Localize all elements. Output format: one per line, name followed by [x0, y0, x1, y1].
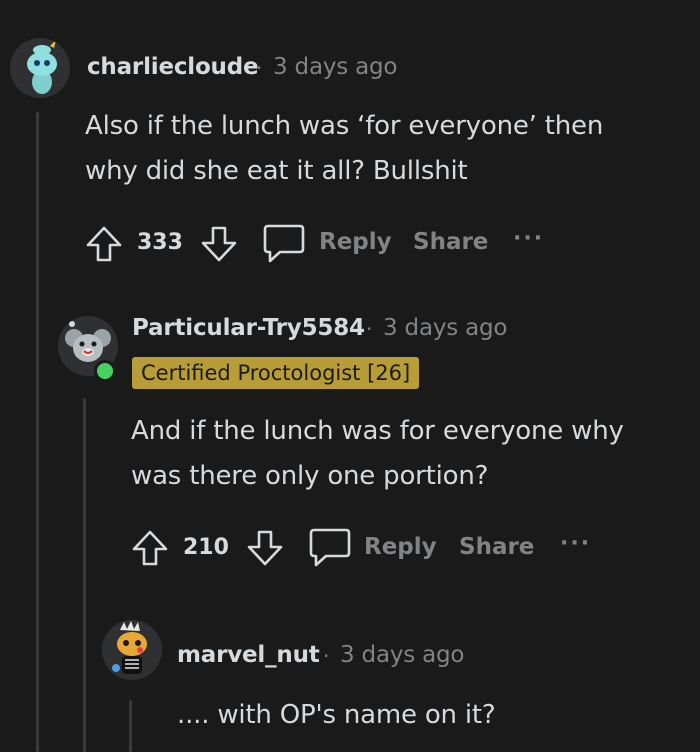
username[interactable]: charliecloude — [87, 54, 259, 80]
snoo-costume-avatar-icon — [102, 620, 162, 680]
vote-count: 333 — [137, 230, 183, 255]
upvote-arrow-icon[interactable] — [130, 528, 170, 568]
share-button[interactable]: Share — [459, 534, 534, 560]
reply-button[interactable]: Reply — [319, 229, 392, 255]
comment-body-line-1: .... with OP's name on it? — [177, 700, 496, 730]
timestamp[interactable]: 3 days ago — [273, 54, 398, 80]
separator-dot: · — [256, 56, 263, 80]
downvote-arrow-icon[interactable] — [199, 224, 239, 264]
more-options-button[interactable]: ··· — [513, 226, 544, 251]
comment-body-line-1: And if the lunch was for everyone why — [131, 416, 624, 446]
reply-bubble-icon[interactable] — [262, 223, 306, 265]
share-button[interactable]: Share — [413, 229, 488, 255]
username[interactable]: marvel_nut — [177, 642, 320, 668]
user-flair: Certified Proctologist [26] — [132, 357, 420, 389]
thread-line-1[interactable] — [36, 112, 39, 752]
snoo-avatar-icon — [10, 38, 70, 98]
thread-line-2[interactable] — [83, 398, 86, 752]
downvote-arrow-icon[interactable] — [245, 528, 285, 568]
comment-body-line-1: Also if the lunch was ‘for everyone’ the… — [85, 111, 604, 141]
reply-button[interactable]: Reply — [364, 534, 437, 560]
comment-body-line-2: was there only one portion? — [131, 461, 489, 491]
separator-dot: · — [366, 317, 373, 341]
thread-line-3[interactable] — [129, 700, 132, 752]
username[interactable]: Particular-Try5584 — [132, 315, 365, 341]
reply-bubble-icon[interactable] — [308, 527, 352, 569]
upvote-arrow-icon[interactable] — [84, 224, 124, 264]
timestamp[interactable]: 3 days ago — [383, 315, 508, 341]
timestamp[interactable]: 3 days ago — [340, 642, 465, 668]
separator-dot: · — [323, 644, 330, 668]
more-options-button[interactable]: ··· — [560, 531, 591, 556]
comment-body-line-2: why did she eat it all? Bullshit — [85, 156, 468, 186]
avatar[interactable] — [10, 38, 70, 98]
online-status-indicator — [94, 360, 116, 382]
vote-count: 210 — [183, 535, 229, 560]
avatar[interactable] — [102, 620, 162, 680]
